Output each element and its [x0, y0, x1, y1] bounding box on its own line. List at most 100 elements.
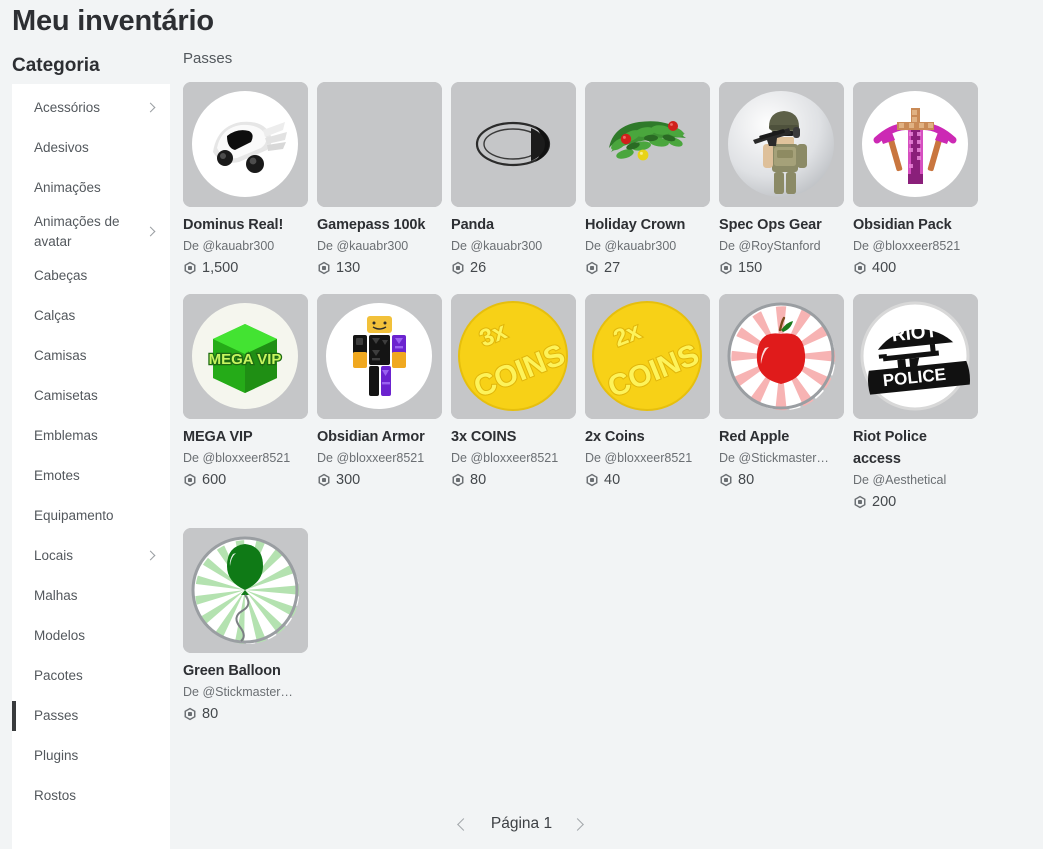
category-sidebar: Categoria Acessórios Adesivos Animações Ani…	[0, 48, 172, 849]
item-price-row: 27	[585, 258, 710, 278]
svg-text:MEGA VIP: MEGA VIP	[209, 351, 282, 368]
item-card[interactable]: 3x COINS 3x COINS De @bloxxeer8521 80	[451, 294, 585, 528]
item-price-row: 130	[317, 258, 442, 278]
item-price-row: 80	[183, 704, 308, 724]
page-title: Meu inventário	[12, 5, 214, 37]
item-card[interactable]: MEGA VIP MEGA VIP De @bloxxeer8521 600	[183, 294, 317, 528]
item-price-row: 80	[451, 470, 576, 490]
item-card[interactable]: Holiday Crown De @kauabr300 27	[585, 82, 719, 294]
item-title: Riot Police access	[853, 429, 927, 467]
item-card[interactable]: Spec Ops Gear De @RoyStanford 150	[719, 82, 853, 294]
robux-icon	[452, 261, 464, 275]
inventory-content: Passes Dominus Real! De @kauabr300 1,500 Ga…	[172, 40, 1043, 849]
item-price-row: 200	[853, 492, 978, 512]
inventory-page: Meu inventário Categoria Acessórios Adesi…	[0, 0, 1043, 849]
robux-icon	[318, 473, 330, 487]
sidebar-item-animações[interactable]: Animações	[12, 168, 170, 208]
robux-icon	[720, 473, 732, 487]
sidebar-item-label: Rostos	[34, 788, 77, 803]
sidebar-item-plugins[interactable]: Plugins	[12, 736, 170, 776]
sidebar-item-label: Passes	[34, 708, 79, 723]
sidebar-item-emblemas[interactable]: Emblemas	[12, 416, 170, 456]
sidebar-item-cabeças[interactable]: Cabeças	[12, 256, 170, 296]
sidebar-item-label: Camisetas	[34, 388, 98, 403]
item-creator: De @bloxxeer8521	[317, 451, 425, 465]
section-title: Passes	[183, 50, 233, 67]
item-thumbnail[interactable]	[183, 528, 308, 653]
robux-icon	[586, 261, 598, 275]
item-thumbnail[interactable]: RIOT POLICE	[853, 294, 978, 419]
item-price-row: 1,500	[183, 258, 308, 278]
item-price: 150	[738, 260, 763, 276]
item-title: Gamepass 100k	[317, 217, 426, 233]
item-title: Holiday Crown	[585, 217, 686, 233]
item-price: 1,500	[202, 260, 239, 276]
item-card[interactable]: RIOT POLICE Riot Police access De @Aestheti…	[853, 294, 987, 528]
item-price: 80	[202, 706, 219, 722]
item-price-row: 300	[317, 470, 442, 490]
sidebar-item-label: Animações	[34, 180, 101, 195]
item-card[interactable]: Obsidian Pack De @bloxxeer8521 400	[853, 82, 987, 294]
item-price: 130	[336, 260, 361, 276]
sidebar-item-emotes[interactable]: Emotes	[12, 456, 170, 496]
sidebar-heading: Categoria	[12, 55, 100, 76]
item-card[interactable]: 2x COINS 2x Coins De @bloxxeer8521 40	[585, 294, 719, 528]
sidebar-item-passes[interactable]: Passes	[12, 696, 170, 736]
item-card[interactable]: Obsidian Armor De @bloxxeer8521 300	[317, 294, 451, 528]
item-price-row: 26	[451, 258, 576, 278]
sidebar-item-locais[interactable]: Locais	[12, 536, 170, 576]
sidebar-item-label: Calças	[34, 308, 76, 323]
item-card[interactable]: Green Balloon De @Stickmaster… 80	[183, 528, 317, 740]
item-thumbnail[interactable]: 3x COINS	[451, 294, 576, 419]
sidebar-item-label: Camisas	[34, 348, 87, 363]
item-thumbnail[interactable]	[719, 294, 844, 419]
item-price: 80	[738, 472, 755, 488]
item-price: 26	[470, 260, 487, 276]
chevron-left-icon[interactable]	[455, 815, 471, 833]
item-thumbnail[interactable]: MEGA VIP	[183, 294, 308, 419]
sidebar-item-label: Pacotes	[34, 668, 83, 683]
item-title: Green Balloon	[183, 663, 281, 679]
sidebar-item-camisas[interactable]: Camisas	[12, 336, 170, 376]
item-card[interactable]: Red Apple De @Stickmaster… 80	[719, 294, 853, 528]
chevron-right-icon[interactable]	[572, 815, 588, 833]
item-creator: De @bloxxeer8521	[585, 451, 693, 465]
robux-icon	[184, 261, 196, 275]
item-thumbnail[interactable]	[317, 294, 442, 419]
item-title: Obsidian Armor	[317, 429, 425, 445]
item-title: 3x COINS	[451, 429, 517, 445]
robux-icon	[318, 261, 330, 275]
sidebar-item-rostos[interactable]: Rostos	[12, 776, 170, 816]
robux-icon	[452, 473, 464, 487]
sidebar-item-label: Emotes	[34, 468, 80, 483]
item-card[interactable]: Panda De @kauabr300 26	[451, 82, 585, 294]
sidebar-item-pacotes[interactable]: Pacotes	[12, 656, 170, 696]
item-price-row: 80	[719, 470, 844, 490]
item-thumbnail[interactable]	[183, 82, 308, 207]
sidebar-item-equipamento[interactable]: Equipamento	[12, 496, 170, 536]
robux-icon	[184, 473, 196, 487]
sidebar-item-calças[interactable]: Calças	[12, 296, 170, 336]
sidebar-item-malhas[interactable]: Malhas	[12, 576, 170, 616]
item-creator: De @Aesthetical	[853, 473, 947, 487]
item-creator: De @RoyStanford	[719, 239, 821, 253]
item-thumbnail[interactable]	[451, 82, 576, 207]
item-thumbnail[interactable]	[853, 82, 978, 207]
sidebar-item-adesivos[interactable]: Adesivos	[12, 128, 170, 168]
sidebar-item-camisetas[interactable]: Camisetas	[12, 376, 170, 416]
item-card[interactable]: Gamepass 100k De @kauabr300 130	[317, 82, 451, 294]
pagination: Página 1	[172, 809, 1043, 839]
item-price: 200	[872, 494, 897, 510]
item-creator: De @Stickmaster…	[183, 685, 293, 699]
sidebar-item-acessórios[interactable]: Acessórios	[12, 88, 170, 128]
sidebar-item-animações-de-avatar[interactable]: Animações de avatar	[12, 208, 170, 256]
sidebar-item-modelos[interactable]: Modelos	[12, 616, 170, 656]
item-title: Panda	[451, 217, 495, 233]
item-thumbnail[interactable]: 2x COINS	[585, 294, 710, 419]
item-thumbnail[interactable]	[317, 82, 442, 207]
page-label: Página 1	[490, 815, 553, 832]
item-thumbnail[interactable]	[719, 82, 844, 207]
item-thumbnail[interactable]	[585, 82, 710, 207]
item-card[interactable]: Dominus Real! De @kauabr300 1,500	[183, 82, 317, 294]
item-grid: Dominus Real! De @kauabr300 1,500 Gamepass …	[183, 82, 995, 740]
